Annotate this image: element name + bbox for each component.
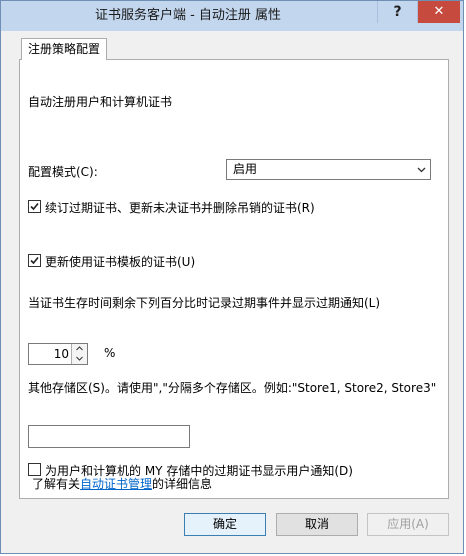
- properties-dialog: 证书服务客户端 - 自动注册 属性 ? ✕ 注册策略配置 自动注册用户和计算机证…: [0, 0, 464, 554]
- close-button[interactable]: ✕: [418, 1, 460, 23]
- chevron-down-icon: [76, 356, 83, 361]
- section-heading: 自动注册用户和计算机证书: [28, 95, 173, 109]
- cancel-button[interactable]: 取消: [276, 513, 358, 536]
- renew-checkbox[interactable]: [28, 200, 41, 213]
- update-template-label[interactable]: 更新使用证书模板的证书(U): [45, 253, 195, 270]
- other-stores-input[interactable]: [28, 425, 190, 448]
- close-icon: ✕: [433, 4, 445, 19]
- apply-button[interactable]: 应用(A): [367, 513, 449, 536]
- learn-more-prefix: 了解有关: [32, 477, 81, 491]
- ok-button[interactable]: 确定: [184, 513, 266, 536]
- expiry-event-label: 当证书生存时间剩余下列百分比时记录过期事件并显示过期通知(L): [28, 296, 381, 310]
- learn-more-link[interactable]: 自动证书管理: [80, 477, 152, 491]
- learn-more-suffix: 的详细信息: [152, 477, 213, 491]
- checkmark-icon: [30, 256, 39, 265]
- percent-unit: %: [104, 346, 116, 360]
- learn-more-text: 了解有关自动证书管理的详细信息: [32, 475, 212, 492]
- other-stores-label: 其他存储区(S)。请使用","分隔多个存储区。例如:"Store1, Store…: [28, 381, 437, 395]
- help-button[interactable]: ?: [377, 1, 418, 23]
- config-mode-value: 启用: [233, 162, 258, 176]
- dialog-client-area: 注册策略配置 自动注册用户和计算机证书 配置模式(C): 启用 续订过期证书、更…: [8, 31, 456, 549]
- config-mode-label: 配置模式(C):: [28, 165, 98, 179]
- config-mode-select[interactable]: 启用: [226, 159, 431, 180]
- tab-panel: 自动注册用户和计算机证书 配置模式(C): 启用 续订过期证书、更新未决证书并删…: [19, 59, 449, 499]
- renew-checkbox-label[interactable]: 续订过期证书、更新未决证书并删除吊销的证书(R): [45, 199, 315, 216]
- update-template-checkbox[interactable]: [28, 254, 41, 267]
- percent-stepper[interactable]: 10: [28, 343, 88, 365]
- title-bar[interactable]: 证书服务客户端 - 自动注册 属性 ? ✕: [1, 1, 463, 31]
- chevron-down-icon: [417, 167, 426, 173]
- tab-enrollment-policy[interactable]: 注册策略配置: [21, 38, 108, 60]
- window-title: 证书服务客户端 - 自动注册 属性: [94, 8, 282, 23]
- chevron-up-icon: [76, 346, 83, 351]
- percent-value: 10: [53, 347, 69, 361]
- stepper-down-button[interactable]: [71, 354, 87, 364]
- checkmark-icon: [30, 202, 39, 211]
